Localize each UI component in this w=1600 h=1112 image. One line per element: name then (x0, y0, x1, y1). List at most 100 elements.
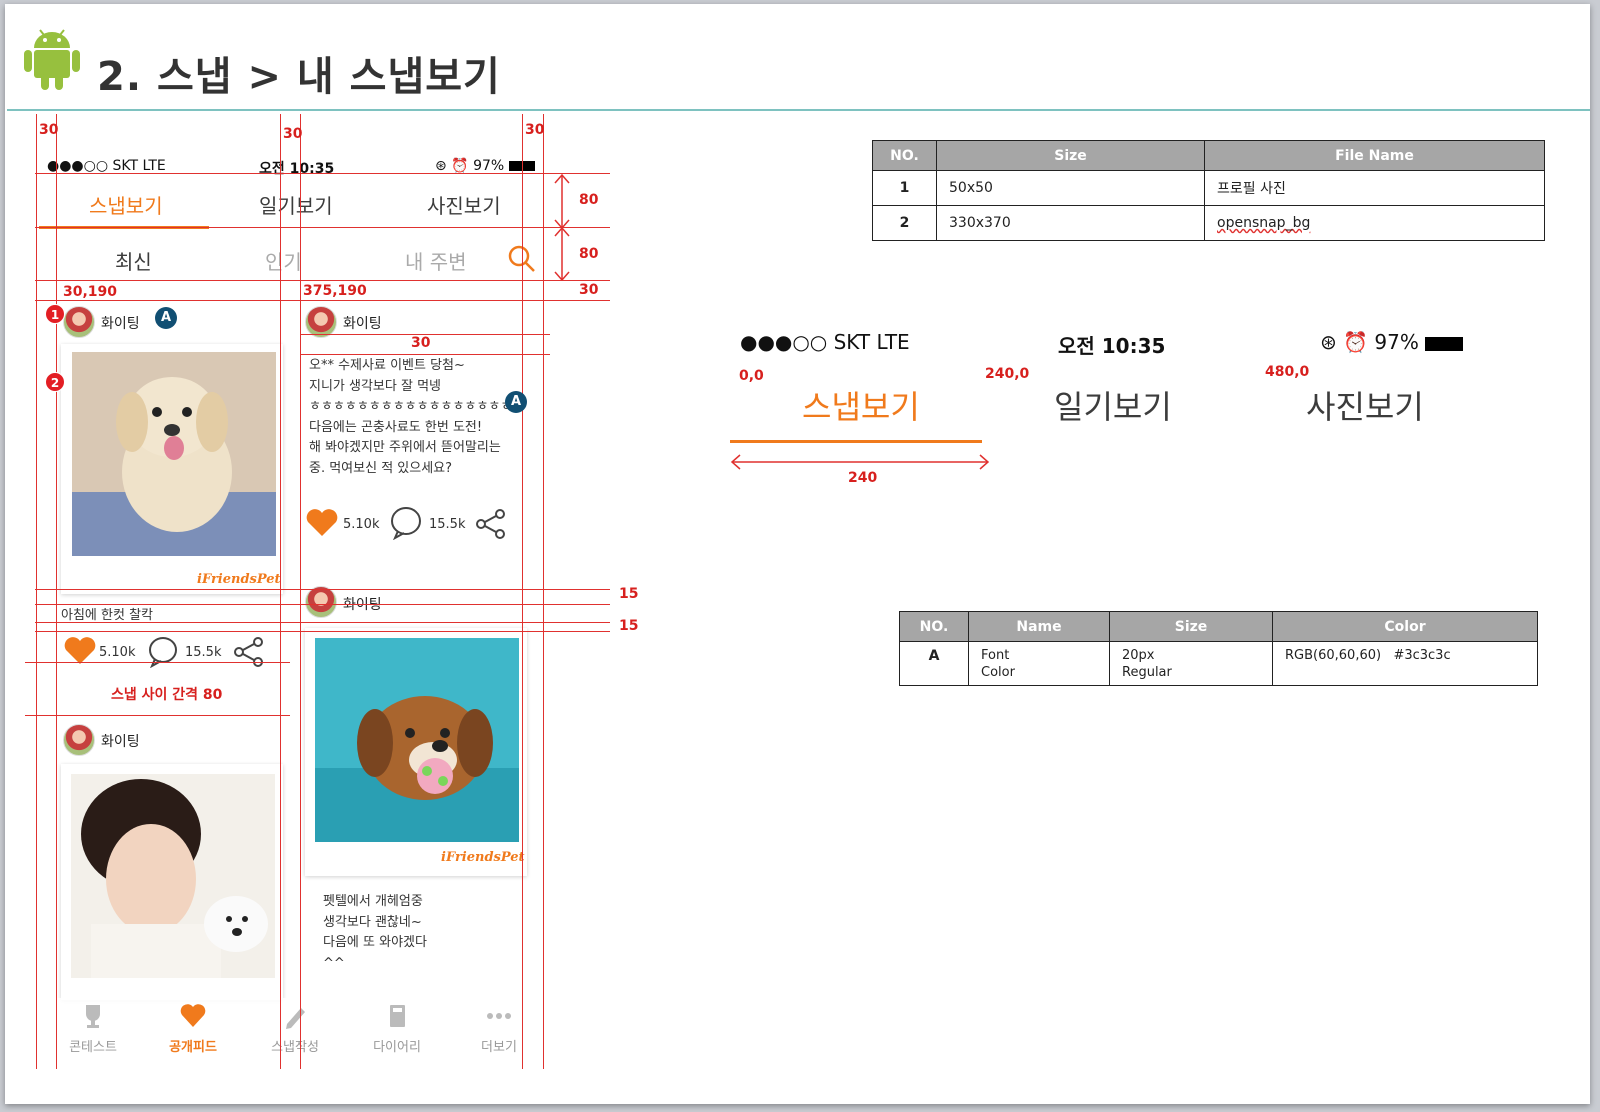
guide-line (35, 173, 610, 174)
comment-icon[interactable] (389, 506, 423, 540)
callout-badge-2: 2 (45, 372, 65, 392)
post-text: 펫텔에서 개헤엄중 생각보다 괜찮네~ 다음에 또 와야겠다 ^^ (323, 894, 427, 971)
rotation-lock-icon: ⊛ (1320, 330, 1337, 354)
margin-label: 30 (525, 122, 545, 138)
cell-line: 20px (1122, 647, 1155, 663)
share-icon[interactable] (475, 508, 507, 540)
table-cell: A (899, 641, 969, 686)
margin-label: 30 (39, 122, 59, 138)
post-username[interactable]: 화이팅 (101, 731, 140, 751)
title-divider (7, 109, 1590, 111)
post-text: 오** 수제사료 이벤트 당첨~ 지니가 생각보다 잘 먹넹 ㅎㅎㅎㅎㅎㅎㅎㅎㅎ… (309, 358, 513, 476)
margin-label: 30 (283, 126, 303, 142)
guide-line (300, 114, 301, 1069)
position-label: 480,0 (1265, 364, 1310, 380)
guide-line (36, 114, 37, 1069)
tab-diary[interactable]: 일기보기 (1054, 382, 1172, 428)
page-title: 2. 스냅 > 내 스냅보기 (97, 54, 501, 100)
position-label: 375,190 (303, 283, 367, 299)
avatar[interactable] (305, 586, 337, 618)
table-cell: 2 (872, 205, 937, 241)
table-cell: 1 (872, 170, 937, 206)
subtab-latest[interactable]: 최신 (115, 246, 152, 275)
snap-card[interactable]: iFriendsPet (61, 344, 283, 594)
cell-line: Color (981, 664, 1015, 680)
subtab-nearby[interactable]: 내 주변 (405, 246, 467, 275)
girl-puppy-photo (71, 774, 275, 978)
comment-count: 15.5k (429, 517, 466, 532)
trophy-icon (86, 1005, 100, 1028)
battery-icon (1425, 336, 1464, 351)
gap-label: 15 (619, 586, 639, 602)
alarm-icon: ⏰ (451, 158, 469, 174)
table-cell: RGB(60,60,60) #3c3c3c (1272, 641, 1538, 686)
height-label: 80 (579, 246, 599, 262)
tab-snap[interactable]: 스냅보기 (89, 190, 163, 219)
column-header: Size (936, 140, 1205, 171)
image-spec-table: NO. Size File Name 1 50x50 프로필 사진 2 330x… (872, 140, 1545, 241)
guide-line (280, 114, 281, 1069)
bottom-nav-label: 콘테스트 (69, 1040, 117, 1055)
share-icon[interactable] (233, 636, 265, 668)
avatar[interactable] (63, 306, 95, 338)
table-cell: 50x50 (936, 170, 1205, 206)
callout-badge-a: A (505, 391, 527, 413)
column-header: Size (1109, 611, 1273, 642)
status-icons: ⊛ ⏰ 97% (435, 158, 535, 174)
swimming-dog-photo (315, 638, 519, 842)
subtab-popular[interactable]: 인기 (265, 246, 302, 275)
zoom-detail: ●●●○○ SKT LTE 오전 10:35 ⊛ ⏰ 97% 0,0 240,0… (730, 326, 1490, 496)
post-username[interactable]: 화이팅 (101, 313, 140, 333)
guide-line (300, 354, 550, 355)
status-icons: ⊛ ⏰ 97% (1320, 330, 1464, 354)
table-row: 2 330x370 opensnap_bg (872, 205, 1545, 241)
tab-snap[interactable]: 스냅보기 (802, 382, 920, 428)
position-label: 30,190 (63, 284, 118, 300)
bottom-nav-label: 다이어리 (373, 1040, 421, 1055)
width-arrow (730, 454, 990, 470)
battery-percent: 97% (473, 158, 505, 174)
cell-line: Font (981, 647, 1010, 663)
guide-line (35, 589, 610, 590)
tab-diary[interactable]: 일기보기 (259, 190, 333, 219)
guide-line (543, 114, 544, 1069)
spec-slide: 2. 스냅 > 내 스냅보기 ●●●○○ SKT LTE 오전 10:35 ⊛ … (5, 4, 1590, 1104)
tab-photo[interactable]: 사진보기 (427, 190, 501, 219)
status-carrier: ●●●○○ SKT LTE (740, 330, 910, 354)
column-header: NO. (872, 140, 937, 171)
comment-count: 15.5k (185, 645, 222, 660)
guide-line (35, 622, 610, 623)
position-label: 240,0 (985, 366, 1030, 382)
table-row: A Font Color 20px Regular RGB(60,60,60) … (899, 641, 1538, 686)
snap-gap-label: 스냅 사이 간격 80 (111, 687, 223, 703)
battery-percent: 97% (1374, 330, 1419, 354)
comment-icon[interactable] (147, 636, 179, 668)
guide-line (35, 227, 610, 228)
table-cell: opensnap_bg (1204, 205, 1545, 241)
guide-line (35, 631, 610, 632)
avatar[interactable] (63, 724, 95, 756)
column-header: NO. (899, 611, 969, 642)
tab-photo[interactable]: 사진보기 (1306, 382, 1424, 428)
bottom-nav-label: 스냅작성 (271, 1040, 319, 1055)
heart-icon[interactable] (305, 508, 339, 538)
guide-line (522, 114, 523, 1069)
guide-line (56, 114, 57, 1069)
height-label: 80 (579, 192, 599, 208)
status-time: 오전 10:35 (259, 161, 335, 177)
heart-icon (180, 1004, 206, 1027)
post-username[interactable]: 화이팅 (343, 313, 382, 333)
brand-logo: iFriendsPet (441, 850, 525, 865)
table-cell: 프로필 사진 (1204, 170, 1545, 206)
bottom-nav-label: 공개피드 (169, 1040, 217, 1055)
snap-card[interactable] (61, 764, 283, 1000)
status-carrier: ●●●○○ SKT LTE (47, 158, 166, 174)
snap-card[interactable]: iFriendsPet (305, 628, 527, 876)
brand-logo: iFriendsPet (197, 572, 281, 587)
callout-badge-a: A (155, 307, 177, 329)
guide-line (25, 662, 290, 663)
alarm-icon: ⏰ (1343, 330, 1369, 354)
table-cell: 20px Regular (1109, 641, 1273, 686)
width-label: 240 (848, 470, 878, 486)
file-name: opensnap_bg (1217, 215, 1311, 231)
